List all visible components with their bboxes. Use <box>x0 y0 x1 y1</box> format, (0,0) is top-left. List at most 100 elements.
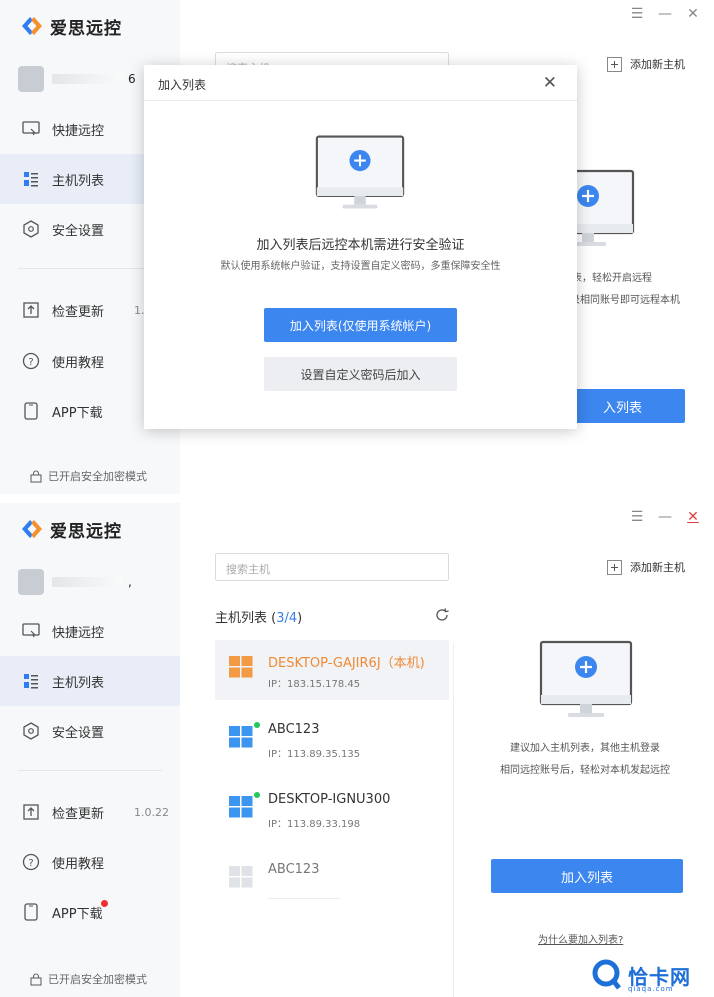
menu-icon[interactable]: ☰ <box>630 6 644 22</box>
join-list-label: 入列表 <box>602 400 642 416</box>
security-mode-status: 已开启安全加密模式 <box>30 468 147 484</box>
sidebar-divider <box>18 770 162 771</box>
host-ip-placeholder <box>268 898 340 899</box>
phone-icon <box>22 402 40 420</box>
username-blurred <box>52 74 122 84</box>
sidebar-item-label: 使用教程 <box>52 856 105 872</box>
user-info[interactable]: , <box>18 567 148 597</box>
join-list-button[interactable]: 加入列表 <box>491 859 683 893</box>
sidebar-item-label: 检查更新 <box>52 304 105 320</box>
phone-icon <box>22 903 40 921</box>
help-icon: ? <box>22 853 40 871</box>
security-mode-text: 已开启安全加密模式 <box>48 470 147 483</box>
watermark-logo: 恰卡网 qiaqa.com <box>592 955 712 995</box>
close-icon[interactable]: ✕ <box>686 509 700 525</box>
update-arrow-icon <box>22 301 40 319</box>
sidebar-item-label: 安全设置 <box>52 725 105 741</box>
search-placeholder: 搜索主机 <box>226 563 270 576</box>
join-list-button[interactable]: 入列表 <box>560 389 685 423</box>
avatar <box>18 66 44 92</box>
sidebar-item-security[interactable]: 安全设置 <box>0 706 180 756</box>
refresh-icon[interactable] <box>434 607 450 627</box>
list-title-text: ) <box>297 611 303 626</box>
host-item[interactable]: ABC123 <box>215 850 449 910</box>
sidebar-item-label: 主机列表 <box>52 173 105 189</box>
watermark-sub: qiaqa.com <box>628 985 674 993</box>
desc-line: 相同远控账号后，轻松对本机发起远控 <box>500 765 670 776</box>
avatar <box>18 569 44 595</box>
logo-icon <box>20 15 44 37</box>
app-name: 爱思远控 <box>50 18 122 39</box>
dialog-sub-text: 默认使用系统帐户验证，支持设置自定义密码，多重保障安全性 <box>220 261 501 272</box>
top-screenshot: 爱思远控 6 快捷远控 主机列表 安全设置 检查更新 1.0 ? 使用教程 AP… <box>0 0 714 494</box>
security-mode-status: 已开启安全加密模式 <box>30 971 147 987</box>
sidebar-item-app-download[interactable]: APP下载 <box>0 887 180 937</box>
sidebar-item-tutorial[interactable]: ? 使用教程 <box>0 837 180 887</box>
sidebar-item-label: APP下载 <box>52 906 103 922</box>
monitor-illustration-icon <box>538 639 634 725</box>
sidebar-item-quick-remote[interactable]: 快捷远控 <box>0 606 180 656</box>
online-status-dot <box>254 792 260 798</box>
add-host-button[interactable]: 添加新主机 <box>607 56 685 72</box>
desc-line: 建议加入主机列表，其他主机登录 <box>510 743 660 754</box>
logo-icon <box>20 518 44 540</box>
plus-icon <box>607 56 622 72</box>
window-controls: ☰ — ✕ <box>630 509 700 525</box>
close-icon[interactable]: ✕ <box>686 6 700 22</box>
plus-icon <box>607 559 622 575</box>
sidebar-item-label: 使用教程 <box>52 355 105 371</box>
windows-icon <box>229 656 253 682</box>
sidebar-item-label: 安全设置 <box>52 223 105 239</box>
search-input[interactable]: 搜索主机 <box>215 553 449 581</box>
windows-icon <box>229 866 253 892</box>
menu-icon[interactable]: ☰ <box>630 509 644 525</box>
dialog-title: 加入列表 <box>158 78 207 92</box>
host-item[interactable]: ABC123 IP：113.89.35.135 <box>215 710 449 770</box>
host-list-icon <box>22 170 40 188</box>
host-ip: IP：113.89.35.135 <box>268 749 361 760</box>
app-logo: 爱思远控 <box>20 14 122 39</box>
username-tail: 6 <box>128 72 136 86</box>
join-list-label: 加入列表 <box>560 870 613 886</box>
watermark-icon <box>592 959 621 990</box>
host-name: ABC123 <box>268 722 320 737</box>
security-mode-text: 已开启安全加密模式 <box>48 973 147 986</box>
custom-password-join-button[interactable]: 设置自定义密码后加入 <box>264 357 457 391</box>
user-info[interactable]: 6 <box>18 64 148 94</box>
remote-screen-icon <box>22 120 40 138</box>
sidebar-item-label: 主机列表 <box>52 675 105 691</box>
panel-divider <box>453 643 454 997</box>
list-title-text: 主机列表 ( <box>215 611 277 626</box>
svg-text:?: ? <box>28 357 33 368</box>
join-system-account-button[interactable]: 加入列表(仅使用系统帐户) <box>264 308 457 342</box>
close-icon[interactable]: ✕ <box>543 73 557 93</box>
sidebar-item-check-update[interactable]: 检查更新 1.0.22 <box>0 787 180 837</box>
dialog-header: 加入列表 ✕ <box>144 65 577 101</box>
shield-icon <box>22 220 40 238</box>
monitor-illustration-icon <box>314 133 406 217</box>
notification-dot <box>101 900 108 907</box>
shield-icon <box>22 722 40 740</box>
remote-screen-icon <box>22 622 40 640</box>
host-item[interactable]: DESKTOP-GAJIR6J（本机) IP：183.15.178.45 <box>215 640 449 700</box>
windows-icon <box>229 726 253 752</box>
why-join-link[interactable]: 为什么要加入列表? <box>538 931 623 946</box>
minimize-icon[interactable]: — <box>658 6 672 22</box>
host-list-title: 主机列表 (3/4) <box>215 607 302 626</box>
minimize-icon[interactable]: — <box>658 509 672 525</box>
host-name: DESKTOP-IGNU300 <box>268 792 391 807</box>
host-item[interactable]: DESKTOP-IGNU300 IP：113.89.33.198 <box>215 780 449 840</box>
version-text: 1.0.22 <box>134 805 169 819</box>
help-icon: ? <box>22 352 40 370</box>
screenshot-gap <box>0 494 714 503</box>
button-label: 加入列表(仅使用系统帐户) <box>289 318 432 333</box>
host-name: DESKTOP-GAJIR6J（本机) <box>268 656 425 671</box>
sidebar-item-host-list[interactable]: 主机列表 <box>0 656 180 706</box>
add-host-button[interactable]: 添加新主机 <box>607 559 685 575</box>
sidebar-item-label: APP下载 <box>52 405 103 421</box>
sidebar-item-label: 快捷远控 <box>52 123 105 139</box>
sidebar: 爱思远控 , 快捷远控 主机列表 安全设置 检查更新 1.0.22 ? 使用教程 <box>0 503 180 997</box>
host-list-icon <box>22 672 40 690</box>
username-blurred <box>52 577 122 587</box>
online-status-dot <box>254 722 260 728</box>
